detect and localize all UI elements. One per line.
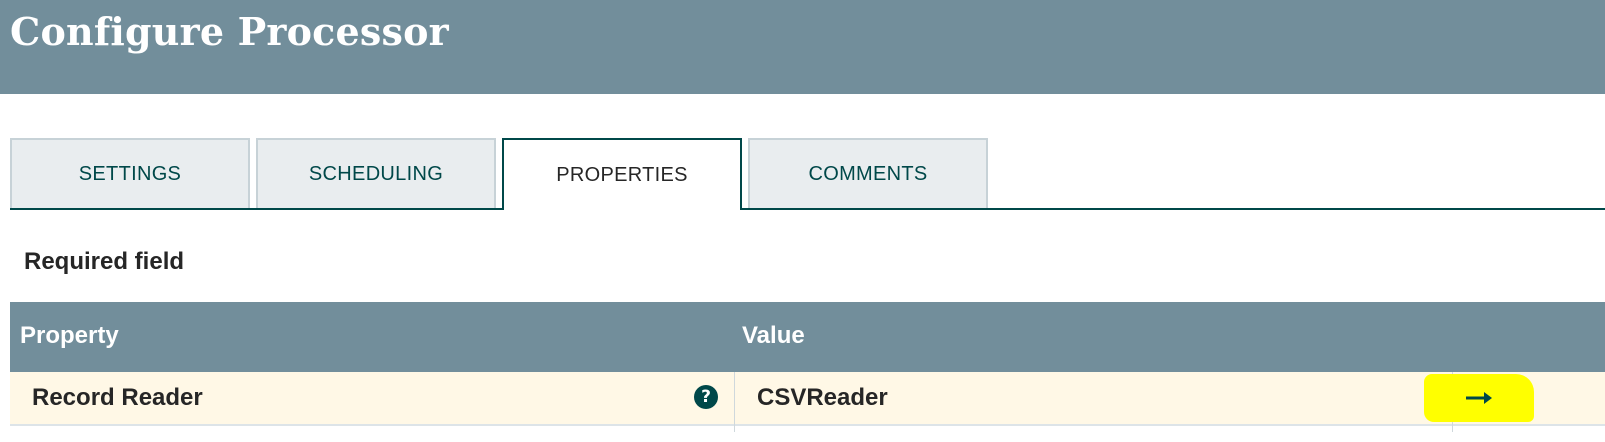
dialog-header: Configure Processor xyxy=(0,0,1605,94)
tab-bar: SETTINGS SCHEDULING PROPERTIES COMMENTS xyxy=(10,138,1605,210)
tab-scheduling[interactable]: SCHEDULING xyxy=(256,138,496,208)
arrow-right-icon xyxy=(1466,392,1492,404)
help-circle-icon[interactable]: ? xyxy=(694,385,718,409)
column-header-property[interactable]: Property xyxy=(20,322,119,350)
required-field-label: Required field xyxy=(24,248,185,275)
table-header: Property Value xyxy=(10,302,1605,372)
column-divider xyxy=(734,372,735,432)
tab-settings[interactable]: SETTINGS xyxy=(10,138,250,208)
tab-properties[interactable]: PROPERTIES xyxy=(502,138,742,210)
dialog-title: Configure Processor xyxy=(10,9,449,54)
property-value[interactable]: CSVReader xyxy=(757,384,888,412)
table-row[interactable]: Record Reader ? CSVReader xyxy=(10,372,1605,432)
column-header-value[interactable]: Value xyxy=(742,322,805,350)
tab-comments[interactable]: COMMENTS xyxy=(748,138,988,208)
property-name: Record Reader xyxy=(32,384,203,411)
go-to-service-button[interactable] xyxy=(1424,374,1534,422)
properties-table: Property Value Record Reader ? CSVReader xyxy=(10,302,1605,432)
